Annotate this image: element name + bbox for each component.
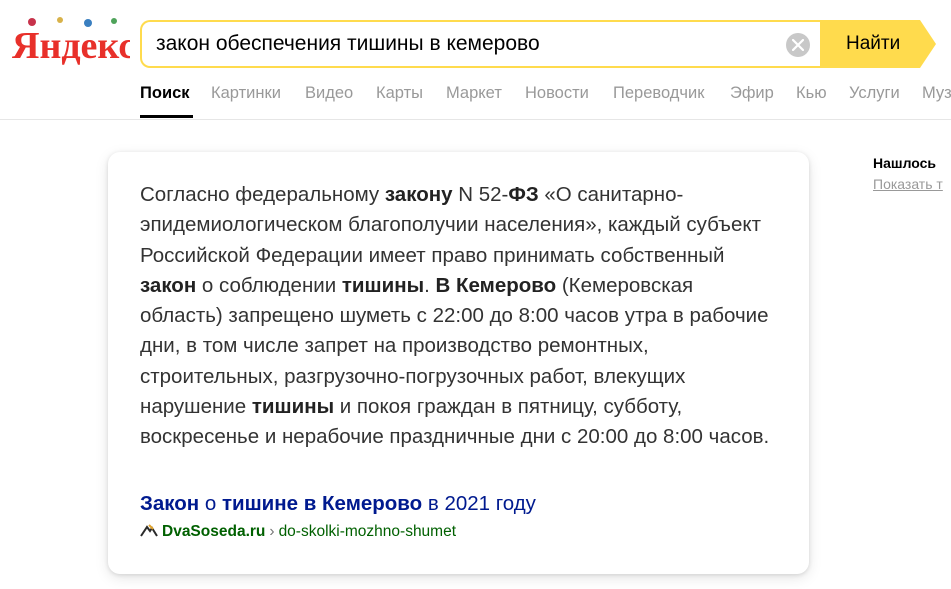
- tab-services[interactable]: Услуги: [849, 80, 900, 106]
- tab-translator[interactable]: Переводчик: [613, 80, 704, 106]
- clear-search-button[interactable]: [786, 33, 810, 57]
- result-domain-link[interactable]: DvaSoseda.ru: [162, 523, 265, 540]
- snippet-text-segment: N 52-: [452, 183, 509, 206]
- tab-efir[interactable]: Эфир: [730, 80, 774, 106]
- header-divider: [0, 119, 951, 120]
- tab-news[interactable]: Новости: [525, 80, 589, 106]
- close-icon: [792, 39, 804, 51]
- result-title-part: Закон: [140, 492, 200, 515]
- highlighted-term: закону: [384, 183, 453, 206]
- highlighted-term: ФЗ: [508, 183, 539, 206]
- search-submit-label: Найти: [846, 33, 901, 54]
- search-box: [140, 20, 820, 68]
- snippet-text-segment: Согласно федеральному: [140, 183, 385, 206]
- yandex-logo[interactable]: Яндекс: [12, 14, 135, 70]
- tab-video[interactable]: Видео: [305, 80, 353, 106]
- active-tab-indicator: [140, 115, 193, 118]
- logo-wordmark: Яндекс: [12, 25, 130, 67]
- result-title-link[interactable]: Закон о тишине в Кемерово в 2021 году: [140, 490, 536, 518]
- favicon-house-icon: [140, 524, 158, 537]
- tab-maps[interactable]: Карты: [376, 80, 423, 106]
- result-title-part: в 2021 году: [422, 492, 536, 515]
- featured-answer-card: Согласно федеральному закону N 52-ФЗ «О …: [108, 152, 809, 574]
- highlighted-term: В Кемерово: [435, 273, 557, 297]
- show-all-link[interactable]: Показать т: [873, 176, 943, 192]
- highlighted-term: тишины: [251, 395, 335, 419]
- result-title-part: тишине в Кемерово: [221, 492, 423, 515]
- tab-q[interactable]: Кью: [796, 80, 827, 106]
- tab-images[interactable]: Картинки: [211, 80, 281, 106]
- tab-search[interactable]: Поиск: [140, 80, 190, 106]
- snippet-text-segment: о соблюдении: [196, 273, 342, 297]
- answer-snippet-text: Согласно федеральному закону N 52-ФЗ «О …: [140, 180, 770, 453]
- snippet-text-segment: .: [424, 273, 436, 297]
- highlighted-term: тишины: [341, 273, 425, 297]
- result-title-part: о: [199, 492, 222, 515]
- tab-music[interactable]: Муз: [922, 80, 951, 106]
- search-submit-button[interactable]: Найти: [820, 20, 936, 68]
- highlighted-term: закон: [140, 273, 197, 297]
- breadcrumb-separator: ›: [269, 523, 275, 540]
- result-url: DvaSoseda.ru › do-skolki-mozhno-shumet: [140, 522, 456, 542]
- search-input[interactable]: [156, 22, 776, 66]
- results-count-label: Нашлось: [873, 155, 937, 171]
- tab-market[interactable]: Маркет: [446, 80, 502, 106]
- result-path-link[interactable]: do-skolki-mozhno-shumet: [279, 523, 456, 540]
